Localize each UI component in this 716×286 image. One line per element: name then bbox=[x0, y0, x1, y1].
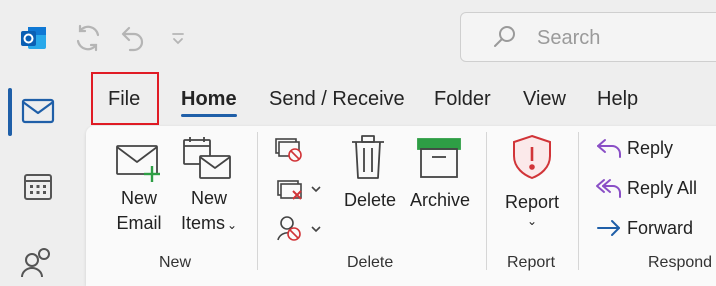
archive-button[interactable]: Archive bbox=[406, 136, 474, 213]
new-email-label-line2: Email bbox=[116, 213, 162, 233]
group-label-report: Report bbox=[507, 254, 556, 271]
reply-icon bbox=[597, 139, 621, 158]
group-separator bbox=[257, 132, 258, 270]
new-items-label-line2: Items bbox=[180, 213, 225, 233]
new-email-icon bbox=[114, 140, 164, 184]
search-placeholder: Search bbox=[537, 27, 601, 49]
reply-button[interactable]: Reply bbox=[595, 137, 673, 159]
new-items-label-line1: New bbox=[190, 188, 227, 208]
forward-label: Forward bbox=[627, 217, 694, 238]
group-label-respond: Respond bbox=[648, 254, 713, 271]
group-label-new: New bbox=[159, 254, 192, 271]
junk-button[interactable] bbox=[276, 214, 324, 244]
group-label-delete: Delete bbox=[347, 254, 394, 271]
chevron-down-icon: ⌄ bbox=[226, 218, 238, 232]
search-input[interactable]: Search bbox=[460, 12, 716, 62]
new-email-button[interactable]: New Email bbox=[114, 140, 164, 236]
quick-access-customize-icon[interactable] bbox=[168, 28, 188, 48]
delete-label: Delete bbox=[344, 190, 397, 210]
new-email-label-line1: New bbox=[120, 188, 157, 208]
clean-up-button[interactable] bbox=[276, 178, 324, 204]
reply-all-button[interactable]: Reply All bbox=[595, 177, 697, 199]
active-tab-underline bbox=[181, 114, 237, 117]
calendar-icon[interactable] bbox=[22, 170, 54, 202]
search-icon bbox=[491, 23, 519, 51]
shield-alert-icon bbox=[510, 134, 562, 180]
undo-icon[interactable] bbox=[118, 22, 148, 54]
tab-folder[interactable]: Folder bbox=[434, 88, 491, 111]
tab-send-receive[interactable]: Send / Receive bbox=[269, 88, 405, 111]
people-icon[interactable] bbox=[20, 244, 54, 278]
tab-help[interactable]: Help bbox=[597, 88, 638, 111]
forward-icon bbox=[597, 220, 620, 236]
ignore-button[interactable] bbox=[274, 137, 304, 163]
new-items-button[interactable]: New Items ⌄ bbox=[180, 136, 238, 238]
chevron-down-icon: ⌄ bbox=[526, 214, 538, 228]
tab-file[interactable]: File bbox=[108, 88, 140, 111]
group-separator bbox=[486, 132, 487, 270]
mail-icon[interactable] bbox=[20, 96, 56, 126]
outlook-logo-icon bbox=[20, 24, 48, 52]
tab-view[interactable]: View bbox=[523, 88, 566, 111]
clean-up-icon bbox=[277, 180, 321, 200]
new-items-icon bbox=[180, 136, 238, 184]
report-button[interactable]: Report ⌄ bbox=[502, 134, 562, 227]
junk-icon bbox=[277, 216, 321, 241]
archive-label: Archive bbox=[409, 190, 471, 210]
reply-label: Reply bbox=[627, 137, 674, 158]
group-separator bbox=[578, 132, 579, 270]
ignore-icon bbox=[275, 138, 302, 162]
forward-button[interactable]: Forward bbox=[595, 217, 693, 239]
tab-home[interactable]: Home bbox=[181, 88, 237, 111]
delete-button[interactable]: Delete bbox=[344, 134, 397, 213]
trash-icon bbox=[350, 134, 394, 180]
reply-all-label: Reply All bbox=[627, 177, 698, 198]
archive-icon bbox=[416, 136, 474, 180]
report-label: Report bbox=[504, 192, 560, 212]
reply-all-icon bbox=[596, 179, 621, 198]
rail-selected-indicator bbox=[8, 88, 12, 136]
sync-icon[interactable] bbox=[72, 22, 104, 54]
